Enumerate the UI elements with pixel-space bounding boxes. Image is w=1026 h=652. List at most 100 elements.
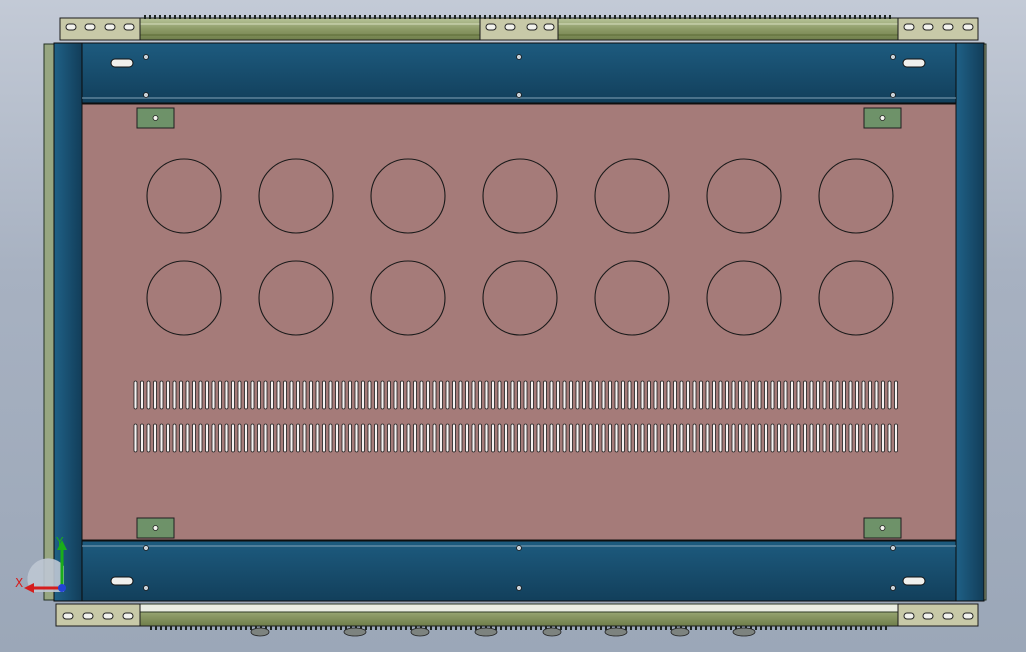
serration-tooth	[624, 15, 626, 19]
serration-tooth	[299, 15, 301, 19]
serration-tooth	[150, 626, 152, 630]
vent-slot	[861, 423, 866, 453]
coordinate-triad[interactable]: Y X	[15, 535, 67, 593]
serration-tooth	[335, 626, 337, 630]
y-axis-label: Y	[55, 535, 64, 549]
serration-tooth	[769, 15, 771, 19]
bottom-rail-highlight	[139, 603, 899, 613]
serration-tooth	[285, 626, 287, 630]
cad-viewport[interactable]: Y X	[0, 0, 1026, 652]
serration-tooth	[204, 15, 206, 19]
serration-tooth	[270, 626, 272, 630]
serration-tooth	[690, 626, 692, 630]
vent-slot	[562, 423, 567, 453]
vent-slot	[569, 380, 573, 410]
serration-tooth	[210, 626, 212, 630]
serration-tooth	[794, 15, 796, 19]
rail-slot	[922, 612, 934, 620]
frame-fastener	[890, 92, 896, 98]
vent-slot	[153, 423, 157, 453]
serration-tooth	[389, 15, 391, 19]
vent-slot	[348, 380, 352, 410]
serration-tooth	[535, 626, 537, 630]
serration-tooth	[720, 626, 722, 630]
serration-tooth	[289, 15, 291, 19]
vent-slot	[848, 380, 853, 410]
serration-tooth	[284, 15, 286, 19]
vent-slot	[881, 380, 885, 410]
frame-slot	[902, 576, 926, 586]
vent-slot	[757, 380, 762, 410]
left-side-channel[interactable]	[53, 42, 83, 602]
serration-tooth	[435, 626, 437, 630]
frame-fastener	[516, 545, 522, 551]
vent-slot	[543, 380, 547, 410]
serration-tooth	[434, 15, 436, 19]
serration-tooth	[455, 626, 457, 630]
vent-slot	[445, 423, 450, 453]
serration-tooth	[849, 15, 851, 19]
top-mounting-rail[interactable]	[59, 15, 979, 41]
vent-slot	[445, 380, 450, 410]
vent-slot	[179, 380, 183, 410]
serration-tooth	[385, 626, 387, 630]
rail-slot	[942, 612, 954, 620]
serration-tooth	[725, 626, 727, 630]
serration-tooth	[189, 15, 191, 19]
serration-tooth	[439, 15, 441, 19]
serration-tooth	[704, 15, 706, 19]
right-side-channel[interactable]	[955, 42, 985, 602]
serration-tooth	[574, 15, 576, 19]
serration-tooth	[149, 15, 151, 19]
serration-tooth	[554, 15, 556, 19]
cad-model-view[interactable]: Y X	[0, 0, 1026, 652]
vent-slot	[790, 380, 794, 410]
vent-slot	[393, 423, 398, 453]
vent-slot	[387, 423, 391, 453]
mounting-plate[interactable]	[81, 103, 957, 541]
serration-tooth	[219, 15, 221, 19]
serration-tooth	[359, 15, 361, 19]
vent-slot	[478, 423, 482, 453]
serration-tooth	[524, 15, 526, 19]
serration-tooth	[429, 15, 431, 19]
vent-slot	[543, 423, 547, 453]
serration-tooth	[369, 15, 371, 19]
bracket-hole	[152, 525, 159, 531]
serration-tooth	[454, 15, 456, 19]
serration-tooth	[699, 15, 701, 19]
serration-tooth	[419, 15, 421, 19]
serration-tooth	[395, 626, 397, 630]
serration-tooth	[604, 15, 606, 19]
vent-slot	[855, 380, 859, 410]
vent-slot	[692, 423, 697, 453]
serration-tooth	[409, 15, 411, 19]
vent-slot	[335, 423, 339, 453]
vent-slot	[588, 423, 593, 453]
serration-tooth	[594, 15, 596, 19]
vent-slot	[556, 380, 560, 410]
serration-tooth	[654, 15, 656, 19]
serration-tooth	[599, 15, 601, 19]
serration-tooth	[830, 626, 832, 630]
vent-slot	[296, 380, 300, 410]
vent-slot	[328, 380, 333, 410]
rail-slot	[102, 612, 114, 620]
serration-tooth	[804, 15, 806, 19]
serration-tooth	[185, 626, 187, 630]
vent-slot	[172, 380, 177, 410]
serration-tooth	[655, 626, 657, 630]
bottom-mounting-rail[interactable]	[55, 603, 979, 637]
serration-tooth	[394, 15, 396, 19]
serration-tooth	[339, 15, 341, 19]
serration-tooth	[885, 626, 887, 630]
serration-tooth	[530, 626, 532, 630]
serration-tooth	[300, 626, 302, 630]
serration-tooth	[644, 15, 646, 19]
serration-tooth	[234, 15, 236, 19]
vent-slot	[263, 423, 268, 453]
serration-tooth	[705, 626, 707, 630]
vent-slot	[523, 423, 528, 453]
serration-tooth	[874, 15, 876, 19]
vent-slot	[803, 423, 807, 453]
